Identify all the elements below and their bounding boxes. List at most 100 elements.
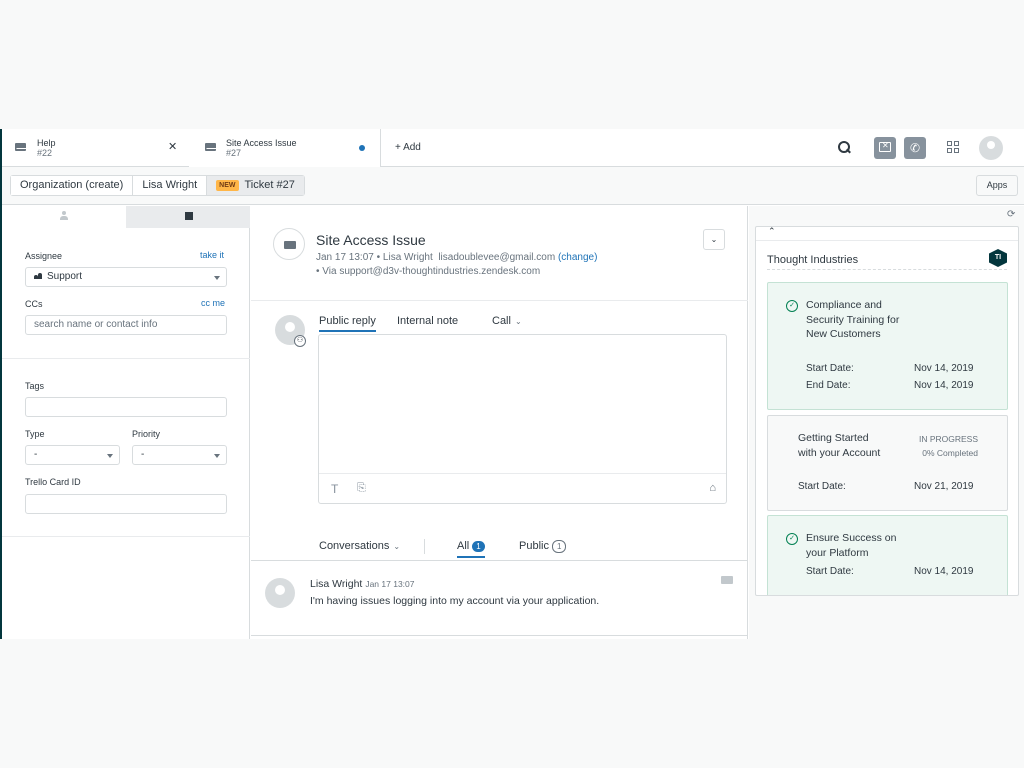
breadcrumb-ticket-label: Ticket #27 <box>244 179 295 191</box>
tab-user[interactable] <box>2 206 126 228</box>
start-date-value: Nov 14, 2019 <box>914 363 974 374</box>
divider <box>424 539 425 554</box>
tab-ticket-number: #27 <box>226 148 242 158</box>
course-card[interactable]: ✓ Compliance and Security Training for N… <box>767 282 1008 410</box>
course-card[interactable]: ✓ Ensure Success on your Platform Start … <box>767 515 1008 595</box>
ticket-properties-sidebar: Assignee take it Support CCs cc me searc… <box>2 206 250 639</box>
search-icon[interactable] <box>837 140 851 154</box>
mail-icon <box>205 143 217 151</box>
type-select[interactable]: - <box>25 445 120 465</box>
ticket-date: Jan 17 13:07 <box>316 252 374 263</box>
start-date-label: Start Date: <box>806 566 854 577</box>
divider <box>251 300 748 301</box>
apps-puzzle-icon[interactable]: ⌂ <box>709 482 716 494</box>
breadcrumb-user[interactable]: Lisa Wright <box>133 176 208 195</box>
breadcrumb: Organization (create) Lisa Wright NEW Ti… <box>10 175 305 196</box>
type-value: - <box>34 449 38 460</box>
cc-search-input[interactable]: search name or contact info <box>25 315 227 335</box>
collapse-icon[interactable]: ⌃ <box>768 227 776 237</box>
priority-value: - <box>141 449 145 460</box>
end-date-label: End Date: <box>806 380 851 391</box>
organization-icon <box>185 212 193 220</box>
tags-label: Tags <box>25 381 45 391</box>
requester-name: Lisa Wright <box>382 252 433 263</box>
talk-phone-button[interactable]: ✆ <box>904 137 926 159</box>
start-date-label: Start Date: <box>798 481 846 492</box>
message-author[interactable]: Lisa Wright <box>310 578 362 590</box>
apps-button[interactable]: Apps <box>976 175 1018 196</box>
channel-email-icon <box>273 228 305 260</box>
agent-badge-icon: ⚇ <box>294 335 306 347</box>
tab-call[interactable]: Call ⌄ <box>492 315 522 327</box>
assignee-value: Support <box>47 271 83 282</box>
call-label: Call <box>492 315 511 327</box>
tab-organization[interactable] <box>126 206 250 228</box>
change-requester-link[interactable]: (change) <box>558 252 597 263</box>
attachment-icon[interactable]: ⎘ <box>357 482 366 495</box>
chevron-down-icon: ⌄ <box>514 317 522 326</box>
apps-panel: ⟳ ⌃ Thought Industries TI ✓ Compliance a… <box>749 206 1024 639</box>
conversations-dropdown[interactable]: Conversations ⌄ <box>319 540 400 552</box>
user-avatar[interactable] <box>979 136 1003 160</box>
check-circle-icon: ✓ <box>786 533 798 545</box>
message-time: Jan 17 13:07 <box>365 579 415 589</box>
tab-site-access-issue[interactable]: Site Access Issue #27 <box>189 129 381 167</box>
app-header: ⌃ <box>756 227 1018 241</box>
course-status: IN PROGRESS <box>918 434 978 444</box>
group-icon <box>34 273 43 279</box>
via-channel: • Via support@d3v-thoughtindustries.zend… <box>316 266 541 277</box>
ticket-tab-bar: Help #22 ✕ Site Access Issue #27 + Add ✆ <box>2 129 1024 167</box>
ticket-options-button[interactable]: ⌄ <box>703 229 725 250</box>
conversations-label: Conversations <box>319 540 390 552</box>
chevron-down-icon <box>214 276 220 280</box>
divider <box>767 269 1007 270</box>
chevron-down-icon <box>107 454 113 458</box>
take-it-link[interactable]: take it <box>200 250 224 260</box>
mail-icon <box>15 143 27 151</box>
filter-all-label: All <box>457 540 470 552</box>
cc-me-link[interactable]: cc me <box>201 298 225 308</box>
start-date-value: Nov 14, 2019 <box>914 566 974 577</box>
requester-email: lisadoublevee@gmail.com <box>438 252 556 263</box>
type-label: Type <box>25 429 45 439</box>
breadcrumb-bar: Organization (create) Lisa Wright NEW Ti… <box>2 167 1024 205</box>
course-progress: 0% Completed <box>922 448 978 458</box>
text-format-icon[interactable]: T <box>331 482 338 496</box>
divider <box>2 358 250 359</box>
refresh-icon[interactable]: ⟳ <box>1007 209 1015 220</box>
chevron-down-icon: ⌄ <box>393 542 401 551</box>
meta-separator: • <box>376 252 381 263</box>
end-date-value: Nov 14, 2019 <box>914 380 974 391</box>
close-tab-icon[interactable]: ✕ <box>168 142 177 153</box>
tab-public-reply[interactable]: Public reply <box>319 315 376 332</box>
filter-all[interactable]: All 1 <box>457 540 485 558</box>
breadcrumb-ticket[interactable]: NEW Ticket #27 <box>207 176 304 195</box>
chat-off-icon <box>879 141 891 152</box>
tab-help-22[interactable]: Help #22 ✕ <box>2 129 189 167</box>
tab-ticket-number: #22 <box>37 148 53 158</box>
ticket-meta: Jan 17 13:07 • Lisa Wright lisadoublevee… <box>316 252 597 263</box>
product-grid-icon[interactable] <box>947 141 959 153</box>
ccs-label: CCs <box>25 299 43 309</box>
priority-select[interactable]: - <box>132 445 227 465</box>
reply-editor[interactable]: T ⎘ ⌂ <box>318 334 727 504</box>
message-body: I'm having issues logging into my accoun… <box>310 595 600 607</box>
tab-internal-note[interactable]: Internal note <box>397 315 458 327</box>
mail-icon <box>721 576 733 584</box>
assignee-select[interactable]: Support <box>25 267 227 287</box>
person-icon <box>60 211 68 221</box>
course-card[interactable]: Getting Started with your Account IN PRO… <box>767 415 1008 511</box>
add-tab-button[interactable]: + Add <box>395 142 421 153</box>
ticket-subject[interactable]: Site Access Issue <box>316 232 426 248</box>
editor-toolbar: T ⎘ ⌂ <box>319 473 726 503</box>
start-date-label: Start Date: <box>806 363 854 374</box>
tags-input[interactable] <box>25 397 227 417</box>
breadcrumb-organization[interactable]: Organization (create) <box>11 176 134 195</box>
filter-public[interactable]: Public 1 <box>519 540 567 553</box>
course-name: Ensure Success on your Platform <box>806 532 897 559</box>
conversation-filter-bar: Conversations ⌄ All 1 Public 1 <box>251 536 748 561</box>
start-date-value: Nov 21, 2019 <box>914 481 974 492</box>
trello-card-input[interactable] <box>25 494 227 514</box>
app-logo: TI <box>989 249 1007 267</box>
chat-status-button[interactable] <box>874 137 896 159</box>
